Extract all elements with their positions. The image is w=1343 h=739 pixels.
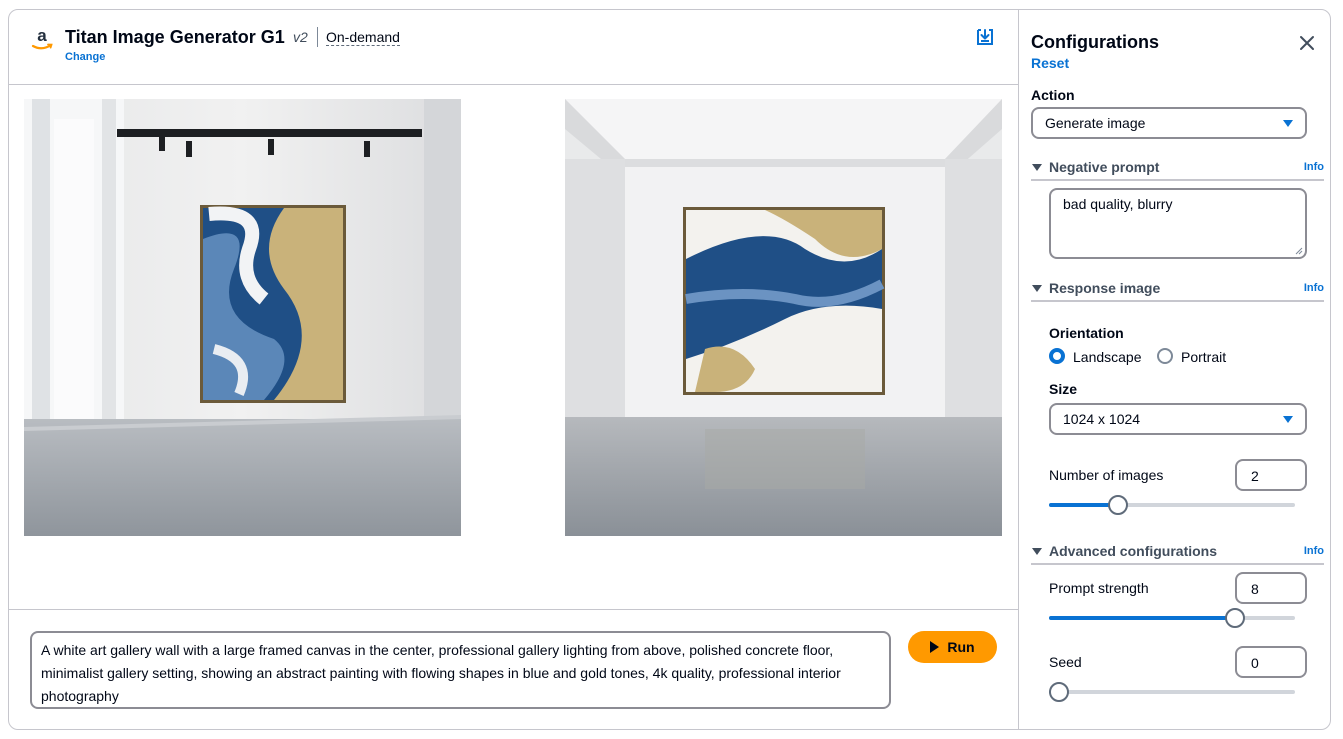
seed-input[interactable]: 0 bbox=[1235, 646, 1307, 678]
play-icon bbox=[930, 641, 940, 653]
download-icon[interactable] bbox=[975, 27, 995, 47]
run-button[interactable]: Run bbox=[908, 631, 997, 663]
num-images-slider[interactable] bbox=[1049, 495, 1295, 515]
caret-down-icon bbox=[1283, 416, 1293, 423]
reset-link[interactable]: Reset bbox=[1031, 55, 1069, 71]
app-frame: a Titan Image Generator G1 v2 On-demand … bbox=[8, 9, 1331, 730]
advanced-configurations-label: Advanced configurations bbox=[1049, 543, 1218, 559]
slider-fill bbox=[1049, 616, 1236, 620]
amazon-logo-icon: a bbox=[31, 26, 53, 50]
action-select-value: Generate image bbox=[1045, 115, 1146, 131]
panel-title: Configurations bbox=[1031, 32, 1159, 52]
caret-down-icon bbox=[1032, 164, 1042, 171]
size-select[interactable]: 1024 x 1024 bbox=[1049, 403, 1307, 435]
portrait-radio-label: Portrait bbox=[1181, 349, 1227, 365]
svg-text:a: a bbox=[37, 26, 47, 45]
landscape-radio-label: Landscape bbox=[1073, 349, 1142, 365]
negative-prompt-value: bad quality, blurry bbox=[1063, 196, 1173, 212]
seed-label: Seed bbox=[1049, 654, 1082, 670]
seed-slider[interactable] bbox=[1049, 682, 1295, 702]
generated-image-2[interactable] bbox=[565, 99, 1002, 536]
prompt-strength-input[interactable]: 8 bbox=[1235, 572, 1307, 604]
model-title: Titan Image Generator G1 bbox=[65, 27, 285, 47]
size-label: Size bbox=[1049, 381, 1078, 397]
seed-value: 0 bbox=[1251, 655, 1259, 671]
resize-handle-icon[interactable] bbox=[1295, 247, 1303, 255]
title-divider bbox=[317, 27, 318, 47]
slider-track bbox=[1049, 690, 1295, 694]
size-select-value: 1024 x 1024 bbox=[1063, 411, 1141, 427]
landscape-radio[interactable] bbox=[1049, 348, 1065, 364]
num-images-value: 2 bbox=[1251, 468, 1259, 484]
prompt-strength-label: Prompt strength bbox=[1049, 580, 1149, 596]
negative-prompt-info-link[interactable]: Info bbox=[1304, 161, 1324, 173]
orientation-label: Orientation bbox=[1049, 325, 1124, 341]
slider-thumb[interactable] bbox=[1107, 495, 1128, 515]
num-images-input[interactable]: 2 bbox=[1235, 459, 1307, 491]
slider-thumb[interactable] bbox=[1049, 682, 1069, 702]
action-label: Action bbox=[1031, 87, 1075, 103]
negative-prompt-input[interactable]: bad quality, blurry bbox=[1049, 188, 1307, 259]
response-image-label: Response image bbox=[1049, 280, 1161, 296]
advanced-configurations-section[interactable]: Advanced configurations Info bbox=[1031, 543, 1324, 565]
advanced-info-link[interactable]: Info bbox=[1304, 545, 1324, 557]
pricing-mode[interactable]: On-demand bbox=[326, 29, 400, 46]
run-button-label: Run bbox=[947, 639, 975, 655]
negative-prompt-section[interactable]: Negative prompt Info bbox=[1031, 159, 1324, 181]
image-gallery bbox=[9, 86, 1018, 610]
generated-image-1[interactable] bbox=[24, 99, 461, 536]
portrait-radio[interactable] bbox=[1157, 348, 1173, 364]
caret-down-icon bbox=[1032, 548, 1042, 555]
prompt-input[interactable]: A white art gallery wall with a large fr… bbox=[30, 631, 891, 709]
caret-down-icon bbox=[1283, 120, 1293, 127]
negative-prompt-label: Negative prompt bbox=[1049, 159, 1160, 175]
playground-main: a Titan Image Generator G1 v2 On-demand … bbox=[9, 10, 1018, 729]
action-select[interactable]: Generate image bbox=[1031, 107, 1307, 139]
configurations-panel: Configurations Reset Action Generate ima… bbox=[1018, 10, 1330, 729]
response-image-section[interactable]: Response image Info bbox=[1031, 280, 1324, 302]
num-images-label: Number of images bbox=[1049, 467, 1164, 483]
slider-thumb[interactable] bbox=[1225, 608, 1246, 628]
prompt-strength-value: 8 bbox=[1251, 581, 1259, 597]
model-header: a Titan Image Generator G1 v2 On-demand … bbox=[9, 10, 1018, 85]
response-image-info-link[interactable]: Info bbox=[1304, 282, 1324, 294]
prompt-strength-slider[interactable] bbox=[1049, 608, 1295, 628]
model-version: v2 bbox=[293, 29, 308, 45]
caret-down-icon bbox=[1032, 285, 1042, 292]
prompt-bar: A white art gallery wall with a large fr… bbox=[9, 609, 1018, 729]
close-icon[interactable] bbox=[1299, 35, 1315, 51]
change-model-link[interactable]: Change bbox=[65, 51, 105, 63]
